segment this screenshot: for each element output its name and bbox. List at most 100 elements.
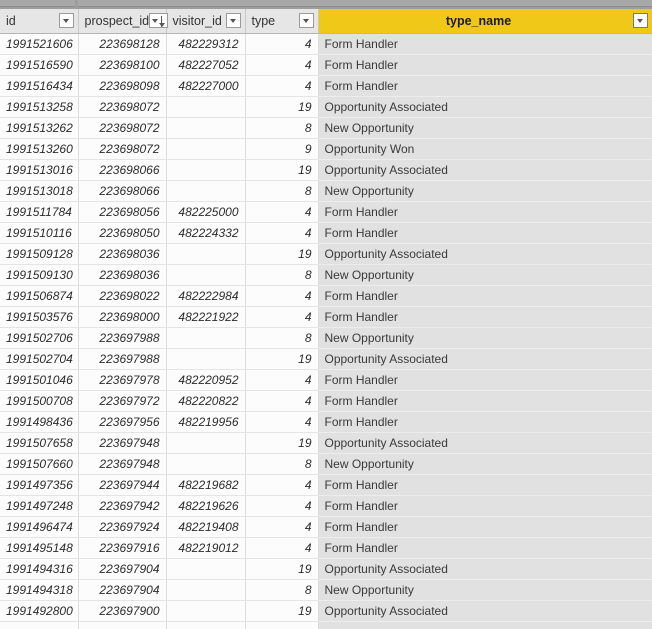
cell-visitor_id[interactable] [166,264,246,286]
cell-prospect_id[interactable]: 223698072 [78,96,167,118]
cell-id[interactable]: 1991513262 [0,117,79,139]
cell-type_name[interactable]: Opportunity Associated [318,96,652,118]
cell-visitor_id[interactable]: 482219956 [166,411,246,433]
cell-id[interactable]: 1991516434 [0,75,79,97]
cell-visitor_id[interactable]: 482220822 [166,390,246,412]
cell-type[interactable]: 4 [245,285,319,307]
cell-type[interactable]: 4 [245,516,319,538]
cell-prospect_id[interactable]: 223697904 [78,558,167,580]
cell-type[interactable]: 19 [245,432,319,454]
table-row[interactable]: 1991494316 223697904 19 Opportunity Associa… [0,558,652,580]
filter-caret-icon[interactable] [632,13,648,29]
column-header-prospect_id[interactable]: prospect_id [78,9,169,34]
cell-type_name[interactable]: New Opportunity [318,180,652,202]
cell-type[interactable]: 4 [245,474,319,496]
cell-type[interactable]: 4 [245,75,319,97]
cell-type_name[interactable]: Form Handler [318,285,652,307]
cell-type[interactable]: 4 [245,411,319,433]
cell-prospect_id[interactable]: 223698128 [78,33,167,55]
cell-id[interactable]: 1991495148 [0,537,79,559]
table-row[interactable]: 1991507660 223697948 8 New Opportunity [0,453,652,475]
cell-prospect_id[interactable]: 223698072 [78,138,167,160]
table-row[interactable]: 1991502706 223697988 8 New Opportunity [0,327,652,349]
table-row[interactable]: 1991509130 223698036 8 New Opportunity [0,264,652,286]
cell-type[interactable]: 19 [245,96,319,118]
cell-visitor_id[interactable] [166,453,246,475]
cell-type[interactable]: 19 [245,243,319,265]
cell-type_name[interactable]: Form Handler [318,222,652,244]
cell-visitor_id[interactable]: 482224332 [166,222,246,244]
table-row[interactable]: 1991513258 223698072 19 Opportunity Associa… [0,96,652,118]
table-row[interactable]: 1991501046 223697978 482220952 4 Form Handle… [0,369,652,391]
cell-type_name[interactable]: Opportunity Associated [318,348,652,370]
cell-prospect_id[interactable]: 223697904 [78,579,167,601]
cell-type[interactable]: 19 [245,600,319,622]
table-row[interactable]: 1991513016 223698066 19 Opportunity Associa… [0,159,652,181]
cell-type_name[interactable]: Form Handler [318,495,652,517]
column-header-visitor_id[interactable]: visitor_id [166,9,246,34]
cell-type[interactable]: 4 [245,495,319,517]
cell-type_name[interactable]: Opportunity Associated [318,243,652,265]
cell-id[interactable]: 1991513258 [0,96,79,118]
cell-prospect_id[interactable]: 223697988 [78,348,167,370]
cell-type[interactable] [245,621,319,629]
cell-type_name[interactable]: Form Handler [318,33,652,55]
cell-type_name[interactable]: New Opportunity [318,327,652,349]
table-row[interactable]: 1991516434 223698098 482227000 4 Form Handle… [0,75,652,97]
cell-visitor_id[interactable]: 482222984 [166,285,246,307]
table-row[interactable]: 1991494318 223697904 8 New Opportunity [0,579,652,601]
cell-type_name[interactable]: Form Handler [318,390,652,412]
column-header-type_name[interactable]: type_name [318,9,652,34]
table-row[interactable]: 1991503576 223698000 482221922 4 Form Handle… [0,306,652,328]
cell-type_name[interactable]: Opportunity Won [318,138,652,160]
cell-visitor_id[interactable] [166,579,246,601]
cell-type_name[interactable]: Form Handler [318,411,652,433]
cell-prospect_id[interactable]: 223698066 [78,180,167,202]
cell-id[interactable]: 1991513018 [0,180,79,202]
cell-visitor_id[interactable] [166,117,246,139]
cell-type[interactable]: 4 [245,201,319,223]
table-row[interactable]: 1991496474 223697924 482219408 4 Form Handle… [0,516,652,538]
cell-prospect_id[interactable]: 223698000 [78,306,167,328]
cell-id[interactable]: 1991521606 [0,33,79,55]
cell-type_name[interactable]: New Opportunity [318,117,652,139]
cell-id[interactable]: 1991502704 [0,348,79,370]
cell-type_name[interactable]: Opportunity Associated [318,159,652,181]
cell-id[interactable]: 1991513016 [0,159,79,181]
cell-id[interactable]: 1991502706 [0,327,79,349]
cell-prospect_id[interactable]: 223697978 [78,369,167,391]
cell-prospect_id[interactable]: 223697942 [78,495,167,517]
cell-prospect_id[interactable] [78,621,167,629]
cell-visitor_id[interactable]: 482219682 [166,474,246,496]
table-row[interactable]: 1991497248 223697942 482219626 4 Form Handle… [0,495,652,517]
cell-type_name[interactable]: Form Handler [318,369,652,391]
cell-id[interactable]: 1991503576 [0,306,79,328]
table-row[interactable]: 1991516590 223698100 482227052 4 Form Handle… [0,54,652,76]
cell-id[interactable]: 1991500708 [0,390,79,412]
cell-id[interactable]: 1991494316 [0,558,79,580]
cell-visitor_id[interactable] [166,558,246,580]
cell-prospect_id[interactable]: 223697916 [78,537,167,559]
cell-type[interactable]: 8 [245,264,319,286]
cell-prospect_id[interactable]: 223698036 [78,243,167,265]
table-row[interactable]: 1991521606 223698128 482229312 4 Form Handle… [0,33,652,55]
cell-id[interactable]: 1991509130 [0,264,79,286]
cell-type[interactable]: 19 [245,159,319,181]
cell-prospect_id[interactable]: 223698072 [78,117,167,139]
cell-visitor_id[interactable] [166,348,246,370]
cell-id[interactable]: 1991516590 [0,54,79,76]
table-row[interactable]: 1991513262 223698072 8 New Opportunity [0,117,652,139]
cell-prospect_id[interactable]: 223698098 [78,75,167,97]
cell-visitor_id[interactable]: 482219012 [166,537,246,559]
cell-type_name[interactable]: Form Handler [318,516,652,538]
cell-type[interactable]: 9 [245,138,319,160]
table-row[interactable]: 1991510116 223698050 482224332 4 Form Handle… [0,222,652,244]
cell-type_name[interactable]: Opportunity Associated [318,558,652,580]
cell-prospect_id[interactable]: 223697972 [78,390,167,412]
cell-visitor_id[interactable]: 482225000 [166,201,246,223]
cell-prospect_id[interactable]: 223697988 [78,327,167,349]
cell-prospect_id[interactable]: 223697948 [78,432,167,454]
cell-visitor_id[interactable]: 482219626 [166,495,246,517]
cell-id[interactable]: 1991494318 [0,579,79,601]
cell-visitor_id[interactable] [166,243,246,265]
